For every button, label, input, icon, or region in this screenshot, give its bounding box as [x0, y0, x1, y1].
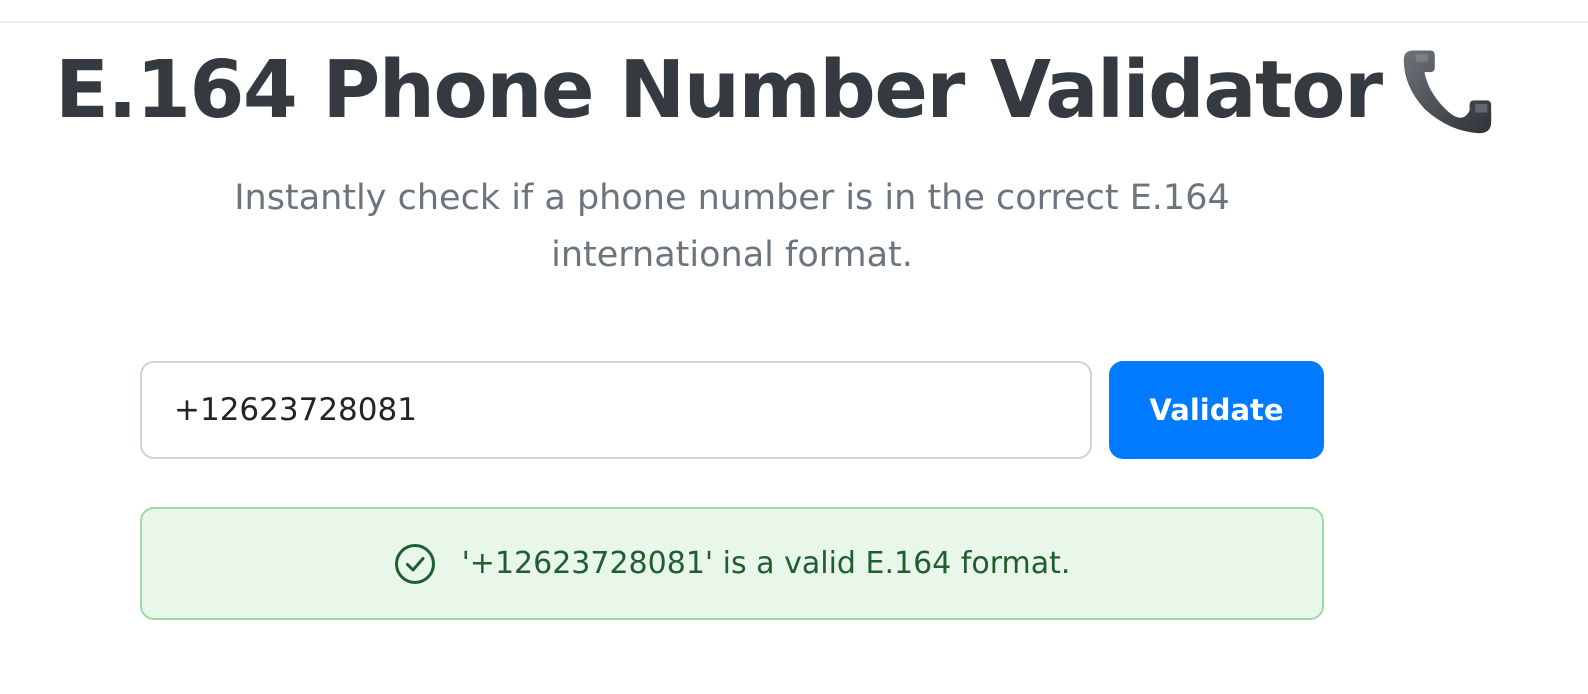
title-row: E.164 Phone Number Validator: [55, 40, 1494, 140]
top-divider: [0, 21, 1588, 23]
validate-form: Validate: [140, 361, 1324, 459]
phone-number-input[interactable]: [140, 361, 1092, 459]
check-circle-icon: [394, 543, 436, 585]
result-alert: '+12623728081' is a valid E.164 format.: [140, 507, 1324, 620]
validate-button[interactable]: Validate: [1109, 361, 1324, 459]
telephone-receiver-icon: [1400, 43, 1494, 137]
page-title: E.164 Phone Number Validator: [55, 44, 1383, 136]
result-message: '+12623728081' is a valid E.164 format.: [461, 546, 1071, 581]
page-subtitle: Instantly check if a phone number is in …: [234, 178, 1230, 275]
